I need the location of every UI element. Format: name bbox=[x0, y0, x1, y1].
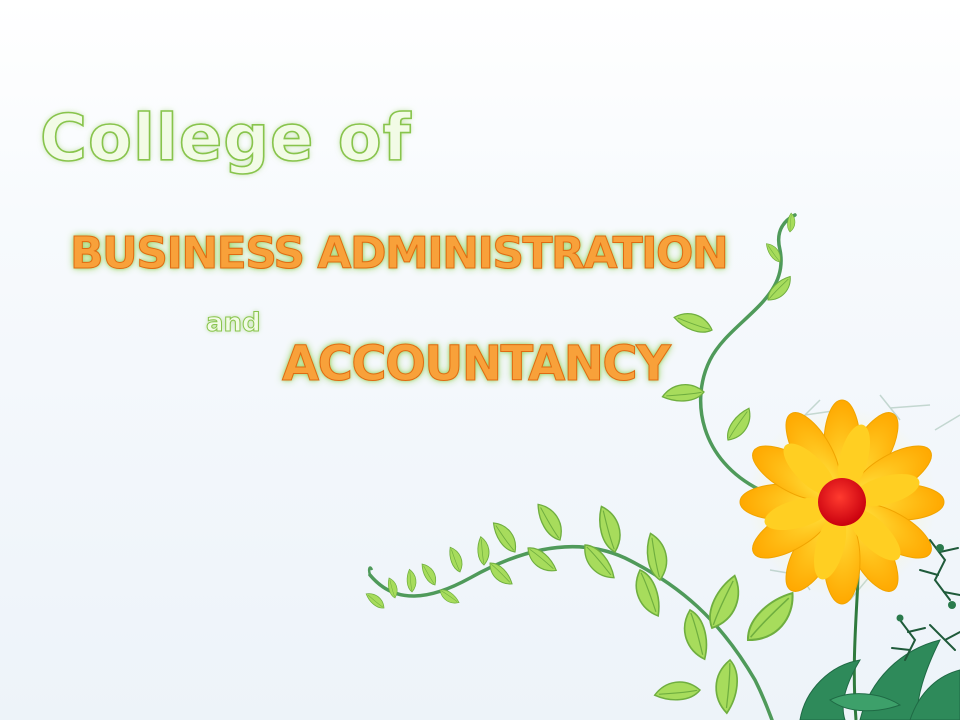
sunflower bbox=[739, 399, 945, 605]
dark-leaves bbox=[799, 639, 960, 720]
lower-vine bbox=[365, 501, 805, 720]
flower-center bbox=[818, 478, 866, 526]
slide: College of BUSINESS ADMINISTRATION and A… bbox=[0, 0, 960, 720]
floral-decoration bbox=[365, 212, 960, 720]
